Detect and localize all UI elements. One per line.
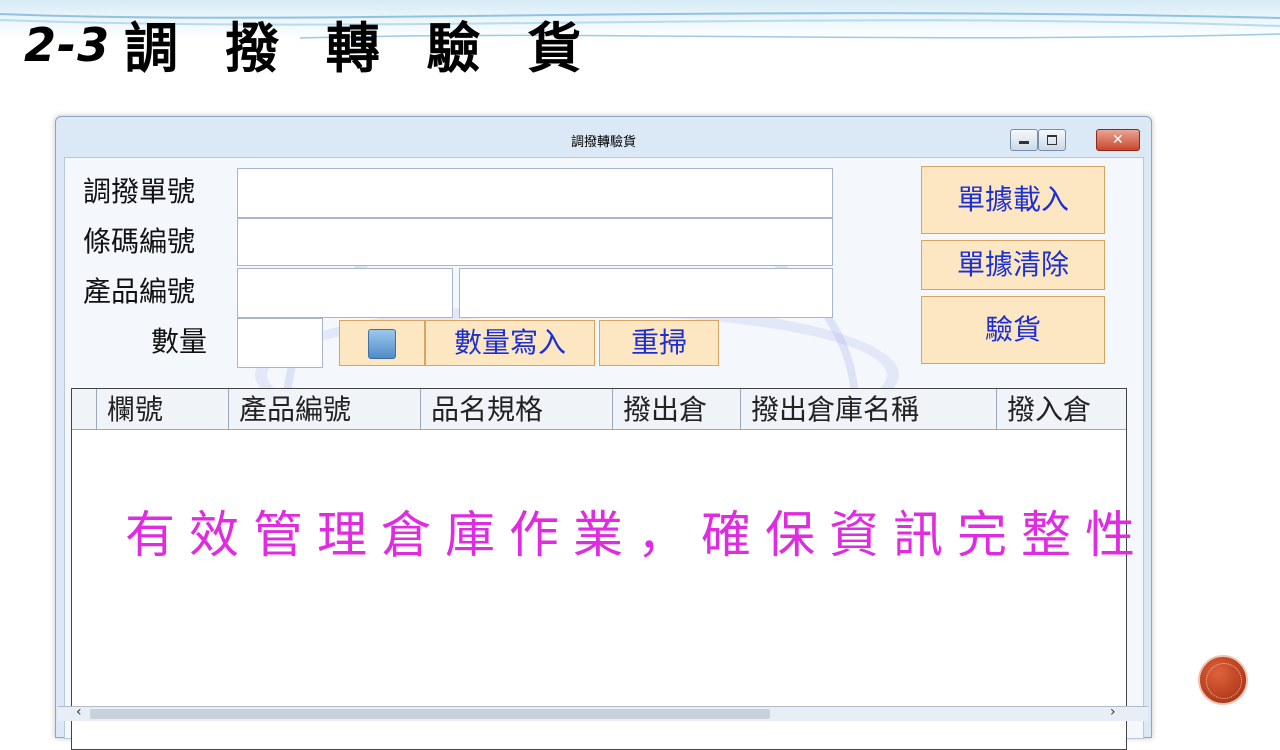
rescan-button[interactable]: 重掃 — [599, 320, 719, 366]
maximize-button[interactable] — [1038, 129, 1066, 151]
product-no-input[interactable] — [237, 268, 453, 318]
grid-col-from-warehouse[interactable]: 撥出倉 — [612, 389, 740, 429]
grid-header: 欄號 產品編號 品名規格 撥出倉 撥出倉庫名稱 撥入倉 — [72, 389, 1126, 430]
transfer-no-label: 調撥單號 — [83, 175, 196, 208]
slide-title: 2-3 調 撥 轉 驗 貨 — [24, 18, 595, 88]
grid-col-product-no[interactable]: 產品編號 — [228, 389, 420, 429]
grid-col-from-warehouse-name[interactable]: 撥出倉庫名稱 — [740, 389, 996, 429]
quantity-label: 數量 — [151, 325, 208, 358]
calculator-icon — [368, 329, 396, 359]
detail-grid[interactable]: 欄號 產品編號 品名規格 撥出倉 撥出倉庫名稱 撥入倉 — [71, 388, 1127, 750]
minimize-icon — [1019, 141, 1029, 144]
quantity-input[interactable] — [237, 318, 323, 368]
load-document-button[interactable]: 單據載入 — [921, 166, 1105, 234]
calculator-button[interactable] — [339, 320, 425, 366]
app-window: 調撥轉驗貨 ✕ 調撥單號 條碼編號 產品編號 數量 數量寫入 重掃 單據載入 單… — [55, 116, 1152, 750]
window-client-area: 調撥單號 條碼編號 產品編號 數量 數量寫入 重掃 單據載入 單據清除 驗貨 欄… — [64, 157, 1144, 750]
slide-title-text: 調 撥 轉 驗 貨 — [124, 17, 596, 80]
grid-col-product-spec[interactable]: 品名規格 — [420, 389, 612, 429]
horizontal-scrollbar[interactable]: ‹ › — [58, 704, 1148, 721]
grid-col-line-no[interactable]: 欄號 — [96, 389, 228, 429]
minimize-button[interactable] — [1010, 129, 1038, 151]
slide-number: 2-3 — [24, 18, 111, 72]
scroll-right-icon[interactable]: › — [1110, 704, 1116, 720]
maximize-icon — [1047, 135, 1057, 145]
scroll-left-icon[interactable]: ‹ — [76, 704, 82, 720]
write-quantity-button[interactable]: 數量寫入 — [425, 320, 595, 366]
barcode-input[interactable] — [237, 218, 833, 266]
scrollbar-thumb[interactable] — [90, 709, 770, 719]
clear-document-button[interactable]: 單據清除 — [921, 240, 1105, 290]
next-slide-icon[interactable] — [1198, 655, 1248, 705]
close-icon: ✕ — [1112, 132, 1124, 148]
window-title: 調撥轉驗貨 — [570, 135, 636, 150]
slide-slogan: 有效管理倉庫作業，確保資訊完整性 — [125, 506, 1149, 564]
transfer-no-input[interactable] — [237, 168, 833, 218]
grid-col-to-warehouse[interactable]: 撥入倉 — [996, 389, 1126, 429]
barcode-label: 條碼編號 — [83, 225, 196, 258]
close-button[interactable]: ✕ — [1096, 129, 1140, 151]
window-titlebar[interactable]: 調撥轉驗貨 ✕ — [56, 117, 1151, 155]
product-name-input[interactable] — [459, 268, 833, 318]
product-no-label: 產品編號 — [83, 275, 196, 308]
inspect-button[interactable]: 驗貨 — [921, 296, 1105, 364]
